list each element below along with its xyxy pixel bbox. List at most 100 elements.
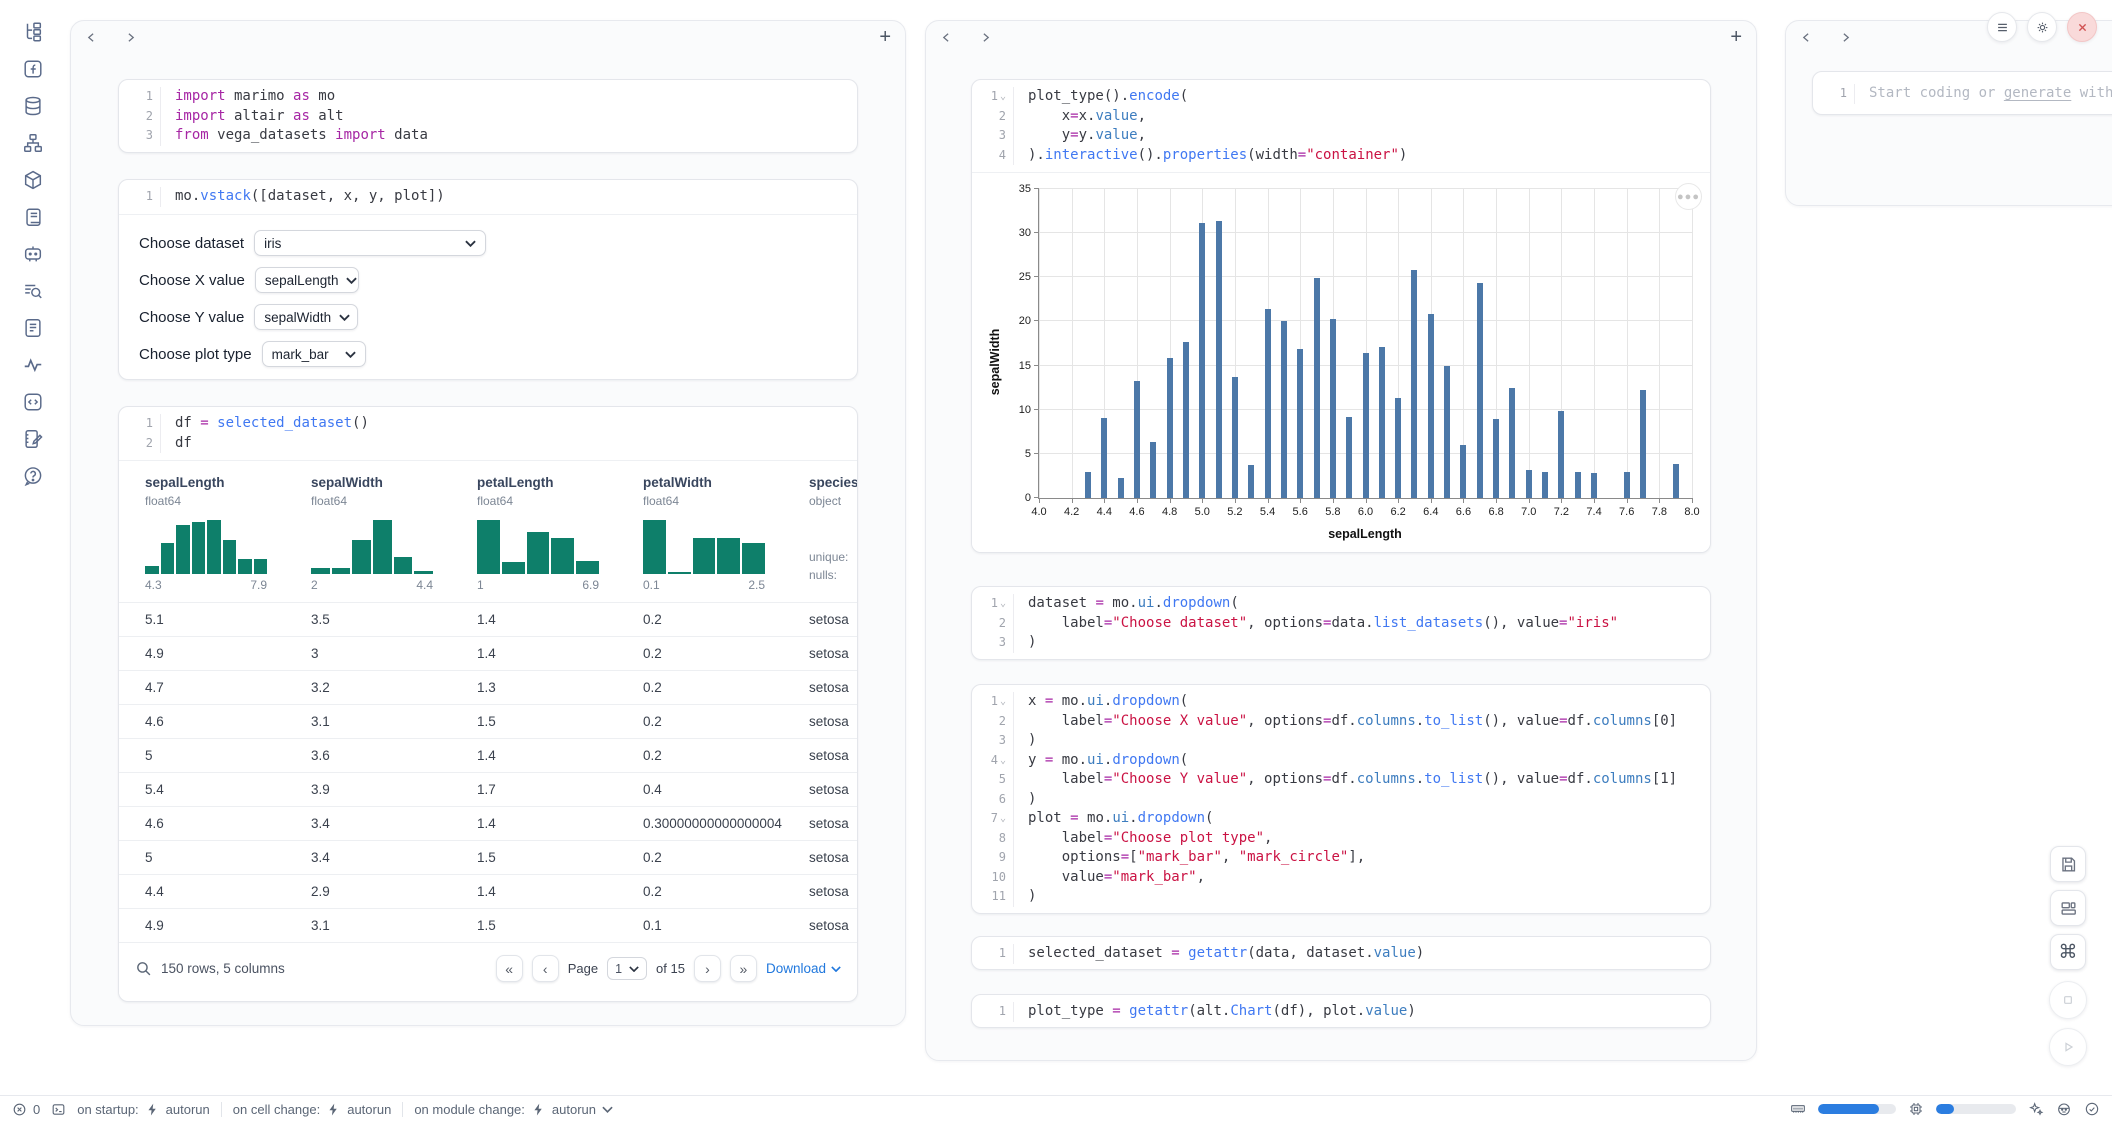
choose-dataset-select[interactable]: iris <box>254 230 486 256</box>
chevron-right-icon[interactable] <box>1839 31 1852 44</box>
last-page-button[interactable]: » <box>730 955 757 982</box>
chart-bar <box>1346 417 1352 498</box>
add-cell-button[interactable]: + <box>1730 27 1742 47</box>
fold-marker-icon[interactable]: ⌄ <box>1000 692 1006 712</box>
code-line: 5 label="Choose Y value", options=df.col… <box>972 770 1710 790</box>
scratchpad-icon[interactable] <box>21 427 45 451</box>
chevron-left-icon[interactable] <box>85 31 98 44</box>
first-page-button[interactable]: « <box>496 955 523 982</box>
file-tree-icon[interactable] <box>21 20 45 44</box>
chart-bar <box>1167 358 1173 498</box>
chart-actions-button[interactable]: ●●● <box>1675 183 1702 210</box>
code-editor[interactable]: 1df = selected_dataset()2df <box>119 407 857 460</box>
chevron-left-icon[interactable] <box>1800 31 1813 44</box>
choose-x-value-select[interactable]: sepalLength <box>255 267 359 293</box>
database-icon[interactable] <box>21 94 45 118</box>
save-button[interactable] <box>2050 846 2086 882</box>
tracing-icon[interactable] <box>21 353 45 377</box>
y-tick-label: 20 <box>1019 315 1031 327</box>
control-row: Choose plot typemark_bar <box>139 336 837 373</box>
table-cell: 1.4 <box>477 646 643 661</box>
chart-bar <box>1640 390 1646 498</box>
fold-marker-icon[interactable]: ⌄ <box>1000 809 1006 829</box>
code-editor[interactable]: 1⌄dataset = mo.ui.dropdown(2 label="Choo… <box>972 587 1710 660</box>
chart-plot-area[interactable]: 4.04.24.44.64.85.05.25.45.65.86.06.26.46… <box>1038 189 1692 499</box>
chart-bar <box>1428 314 1434 498</box>
code-editor[interactable]: 1⌄plot_type().encode(2 x=x.value,3 y=y.v… <box>972 80 1710 172</box>
table-cell: setosa <box>809 748 857 763</box>
packages-icon[interactable] <box>21 168 45 192</box>
gridline <box>1659 189 1660 498</box>
on-startup-toggle[interactable]: on startup: autorun <box>77 1102 210 1117</box>
on-module-change-toggle[interactable]: on module change: autorun <box>414 1102 613 1117</box>
code-editor[interactable]: 1import marimo as mo2import altair as al… <box>119 80 857 153</box>
y-tick <box>1034 188 1039 189</box>
chart-bar <box>1395 398 1401 498</box>
documentation-icon[interactable] <box>21 316 45 340</box>
column-header-sepalWidth[interactable]: sepalWidthfloat6424.4 <box>311 475 477 602</box>
help-icon[interactable] <box>21 464 45 488</box>
chevron-left-icon[interactable] <box>940 31 953 44</box>
table-cell: setosa <box>809 714 857 729</box>
fold-marker-icon[interactable]: ⌄ <box>1000 594 1006 614</box>
fold-marker-icon[interactable]: ⌄ <box>1000 87 1006 107</box>
code-editor[interactable]: 1selected_dataset = getattr(data, datase… <box>972 937 1710 970</box>
column-header-species[interactable]: speciesobjectunique:nulls: <box>809 475 857 602</box>
close-button[interactable] <box>2067 12 2097 42</box>
table-row: 53.61.40.2setosa <box>119 738 857 772</box>
column-min-max: 4.37.9 <box>145 578 267 602</box>
x-tick <box>1137 498 1138 503</box>
run-button[interactable] <box>2049 1028 2087 1066</box>
download-button[interactable]: Download <box>766 961 841 976</box>
next-page-button[interactable]: › <box>694 955 721 982</box>
terminal-button[interactable] <box>51 1102 66 1117</box>
chevron-right-icon[interactable] <box>124 31 137 44</box>
page-select[interactable]: 1 <box>607 957 647 980</box>
chart-bar <box>1265 309 1271 498</box>
fold-marker-icon[interactable]: ⌄ <box>1000 751 1006 771</box>
y-tick-label: 15 <box>1019 360 1031 372</box>
connection-status-icon[interactable] <box>2084 1101 2100 1117</box>
sparkles-ai-button[interactable] <box>2028 1101 2044 1117</box>
gridline <box>1039 232 1692 233</box>
chat-icon[interactable] <box>21 242 45 266</box>
chevron-right-icon[interactable] <box>979 31 992 44</box>
add-cell-button[interactable]: + <box>879 27 891 47</box>
chart-bar <box>1118 478 1124 498</box>
layout-button[interactable] <box>2050 890 2086 926</box>
code-line: 1import marimo as mo <box>119 87 857 107</box>
code-editor[interactable]: 1⌄x = mo.ui.dropdown(2 label="Choose X v… <box>972 685 1710 914</box>
chart-bar <box>1591 473 1597 498</box>
errors-indicator[interactable]: 0 <box>12 1102 40 1117</box>
choose-y-value-select[interactable]: sepalWidth <box>254 304 358 330</box>
prev-page-button[interactable]: ‹ <box>532 955 559 982</box>
variables-icon[interactable] <box>21 131 45 155</box>
stop-button[interactable] <box>2049 981 2087 1019</box>
table-cell: 3.1 <box>311 918 477 933</box>
choose-plot-type-select[interactable]: mark_bar <box>262 341 366 367</box>
settings-gear-button[interactable] <box>2027 12 2057 42</box>
assistant-robot-button[interactable] <box>2056 1101 2072 1117</box>
table-cell: 1.5 <box>477 714 643 729</box>
generate-with-ai-link[interactable]: generate <box>2004 85 2071 101</box>
chevron-down-icon <box>602 1106 613 1113</box>
command-palette-button[interactable]: ⌘ <box>2050 934 2086 970</box>
functions-icon[interactable] <box>21 57 45 81</box>
logs-icon[interactable] <box>21 205 45 229</box>
code-editor[interactable]: 1mo.vstack([dataset, x, y, plot]) <box>119 180 857 214</box>
panel2-header: + <box>926 21 1756 53</box>
on-cell-change-toggle[interactable]: on cell change: autorun <box>233 1102 392 1117</box>
table-cell: 4.6 <box>145 714 311 729</box>
menu-button[interactable] <box>1987 12 2017 42</box>
snippets-icon[interactable] <box>21 390 45 414</box>
code-editor[interactable]: 1plot_type = getattr(alt.Chart(df), plot… <box>972 995 1710 1028</box>
column-header-petalLength[interactable]: petalLengthfloat6416.9 <box>477 475 643 602</box>
column-header-petalWidth[interactable]: petalWidthfloat640.12.5 <box>643 475 809 602</box>
find-replace-icon[interactable] <box>21 279 45 303</box>
search-icon[interactable] <box>135 960 152 977</box>
x-tick <box>1039 498 1040 503</box>
code-placeholder[interactable]: Start coding or generate with AI <box>1855 84 2112 104</box>
code-cell-vstack: 1mo.vstack([dataset, x, y, plot]) Choose… <box>118 179 858 380</box>
column-header-sepalLength[interactable]: sepalLengthfloat644.37.9 <box>145 475 311 602</box>
gridline <box>1039 320 1692 321</box>
